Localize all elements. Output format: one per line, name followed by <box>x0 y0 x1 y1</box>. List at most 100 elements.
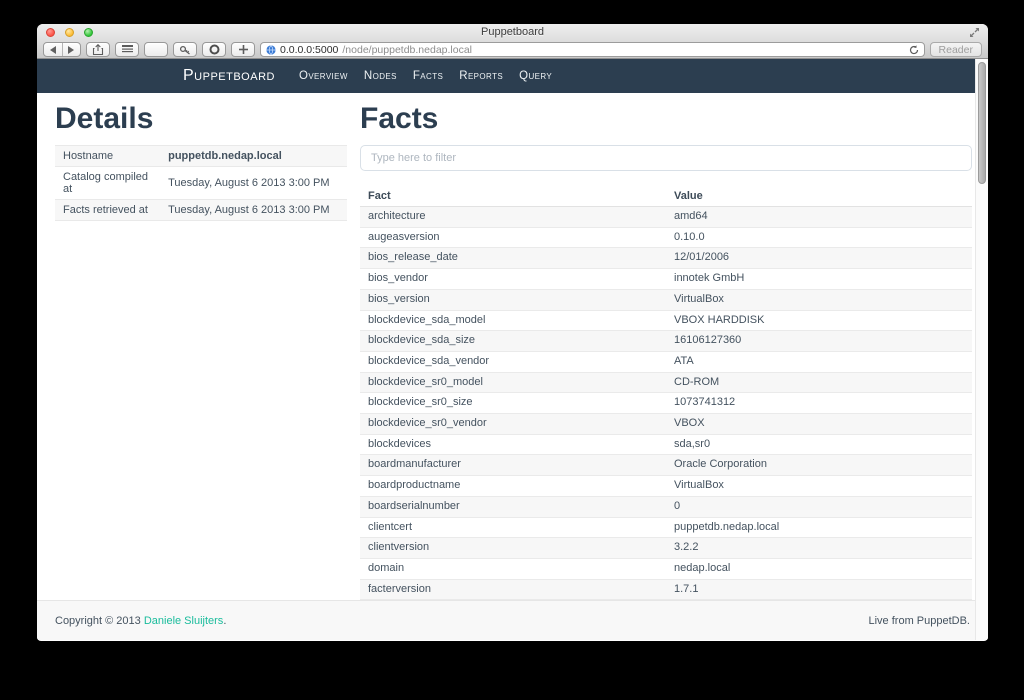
fact-name-cell: bios_vendor <box>360 269 666 290</box>
copyright-text: Copyright © 2013 Daniele Sluijters. <box>55 615 226 627</box>
details-title: Details <box>55 102 347 136</box>
nav-item-nodes[interactable]: Nodes <box>356 70 405 82</box>
fact-name-cell: boardmanufacturer <box>360 455 666 476</box>
fact-value-cell: amd64 <box>666 207 972 228</box>
fact-value-cell: 3.2.2 <box>666 538 972 559</box>
fact-name-cell: boardserialnumber <box>360 496 666 517</box>
facts-filter-input[interactable] <box>360 145 972 171</box>
page-footer: Copyright © 2013 Daniele Sluijters. Live… <box>37 600 988 640</box>
fact-row: blockdevice_sda_vendorATA <box>360 351 972 372</box>
refresh-icon[interactable] <box>909 45 919 55</box>
author-link[interactable]: Daniele Sluijters <box>144 615 223 627</box>
fact-value-cell: CD-ROM <box>666 372 972 393</box>
fact-row: augeasversion0.10.0 <box>360 227 972 248</box>
fact-row: bios_versionVirtualBox <box>360 289 972 310</box>
fact-name-cell: blockdevice_sda_vendor <box>360 351 666 372</box>
navbar-items: OverviewNodesFactsReportsQuery <box>291 70 560 82</box>
details-panel: Details Hostnamepuppetdb.nedap.localCata… <box>55 93 347 600</box>
puppetboard-page: Puppetboard OverviewNodesFactsReportsQue… <box>37 59 988 640</box>
fact-row: facterversion1.7.1 <box>360 579 972 600</box>
traffic-lights <box>46 28 93 37</box>
fact-row: architectureamd64 <box>360 207 972 228</box>
nav-item-reports[interactable]: Reports <box>451 70 511 82</box>
share-icon[interactable] <box>86 42 110 57</box>
fact-name-cell: bios_release_date <box>360 248 666 269</box>
fact-value-cell: VirtualBox <box>666 476 972 497</box>
browser-toolbar: 0.0.0.0:5000/node/puppetdb.nedap.local R… <box>37 40 988 59</box>
fact-value-cell: 12/01/2006 <box>666 248 972 269</box>
reading-list-icon[interactable] <box>115 42 139 57</box>
fact-name-cell: clientversion <box>360 538 666 559</box>
fact-row: bios_vendorinnotek GmbH <box>360 269 972 290</box>
key-icon[interactable] <box>173 42 197 57</box>
fullscreen-icon[interactable] <box>969 27 980 38</box>
fact-row: boardproductnameVirtualBox <box>360 476 972 497</box>
history-nav <box>43 42 81 57</box>
nav-item-query[interactable]: Query <box>511 70 560 82</box>
details-value: Tuesday, August 6 2013 3:00 PM <box>160 200 347 221</box>
fact-name-cell: blockdevice_sda_model <box>360 310 666 331</box>
fact-name-cell: blockdevice_sr0_vendor <box>360 414 666 435</box>
browser-chrome: Puppetboard <box>37 24 988 59</box>
page-scrollbar[interactable] <box>975 59 988 640</box>
globe-favicon <box>266 45 276 55</box>
fact-name-cell: blockdevices <box>360 434 666 455</box>
fact-name-cell: architecture <box>360 207 666 228</box>
back-icon[interactable] <box>44 43 62 56</box>
details-label: Hostname <box>55 146 160 167</box>
fact-row: boardmanufacturerOracle Corporation <box>360 455 972 476</box>
details-label: Catalog compiled at <box>55 167 160 200</box>
fact-row: blockdevicessda,sr0 <box>360 434 972 455</box>
navbar: Puppetboard OverviewNodesFactsReportsQue… <box>37 59 988 93</box>
facts-panel: Facts Fact Value architectureamd64augeas… <box>360 93 972 600</box>
details-value: puppetdb.nedap.local <box>160 146 347 167</box>
reader-button[interactable]: Reader <box>930 42 982 57</box>
main-content: Details Hostnamepuppetdb.nedap.localCata… <box>37 93 988 600</box>
fact-value-cell: sda,sr0 <box>666 434 972 455</box>
url-path: /node/puppetdb.nedap.local <box>342 44 472 56</box>
fact-row: blockdevice_sr0_size1073741312 <box>360 393 972 414</box>
fact-value-cell: innotek GmbH <box>666 269 972 290</box>
top-sites-icon[interactable] <box>202 42 226 57</box>
fact-value-cell: VBOX HARDDISK <box>666 310 972 331</box>
fact-name-cell: clientcert <box>360 517 666 538</box>
nav-item-overview[interactable]: Overview <box>291 70 356 82</box>
fact-row: clientcertpuppetdb.nedap.local <box>360 517 972 538</box>
details-row: Hostnamepuppetdb.nedap.local <box>55 146 347 167</box>
blank-button[interactable] <box>144 42 168 57</box>
titlebar: Puppetboard <box>37 24 988 40</box>
zoom-icon[interactable] <box>84 28 93 37</box>
close-icon[interactable] <box>46 28 55 37</box>
details-value: Tuesday, August 6 2013 3:00 PM <box>160 167 347 200</box>
fact-value-cell: puppetdb.nedap.local <box>666 517 972 538</box>
forward-icon[interactable] <box>62 43 81 56</box>
fact-name-cell: blockdevice_sr0_size <box>360 393 666 414</box>
new-tab-icon[interactable] <box>231 42 255 57</box>
facts-table-head: Fact Value <box>360 186 972 207</box>
fact-row: domainnedap.local <box>360 558 972 579</box>
navbar-brand[interactable]: Puppetboard <box>183 67 275 85</box>
scrollbar-thumb[interactable] <box>978 62 986 184</box>
fact-row: bios_release_date12/01/2006 <box>360 248 972 269</box>
facts-column-value: Value <box>666 186 972 207</box>
url-host: 0.0.0.0:5000 <box>280 44 338 56</box>
url-field[interactable]: 0.0.0.0:5000/node/puppetdb.nedap.local <box>260 42 925 57</box>
fact-name-cell: domain <box>360 558 666 579</box>
facts-table: Fact Value architectureamd64augeasversio… <box>360 186 972 600</box>
details-table: Hostnamepuppetdb.nedap.localCatalog comp… <box>55 145 347 221</box>
minimize-icon[interactable] <box>65 28 74 37</box>
fact-name-cell: augeasversion <box>360 227 666 248</box>
fact-row: blockdevice_sda_modelVBOX HARDDISK <box>360 310 972 331</box>
live-from-puppetdb-text: Live from PuppetDB. <box>869 615 971 627</box>
nav-item-facts[interactable]: Facts <box>405 70 451 82</box>
fact-row: boardserialnumber0 <box>360 496 972 517</box>
fact-value-cell: VBOX <box>666 414 972 435</box>
fact-row: blockdevice_sr0_vendorVBOX <box>360 414 972 435</box>
details-label: Facts retrieved at <box>55 200 160 221</box>
fact-value-cell: nedap.local <box>666 558 972 579</box>
fact-value-cell: 1073741312 <box>666 393 972 414</box>
fact-value-cell: ATA <box>666 351 972 372</box>
fact-value-cell: 0 <box>666 496 972 517</box>
fact-value-cell: Oracle Corporation <box>666 455 972 476</box>
fact-name-cell: boardproductname <box>360 476 666 497</box>
